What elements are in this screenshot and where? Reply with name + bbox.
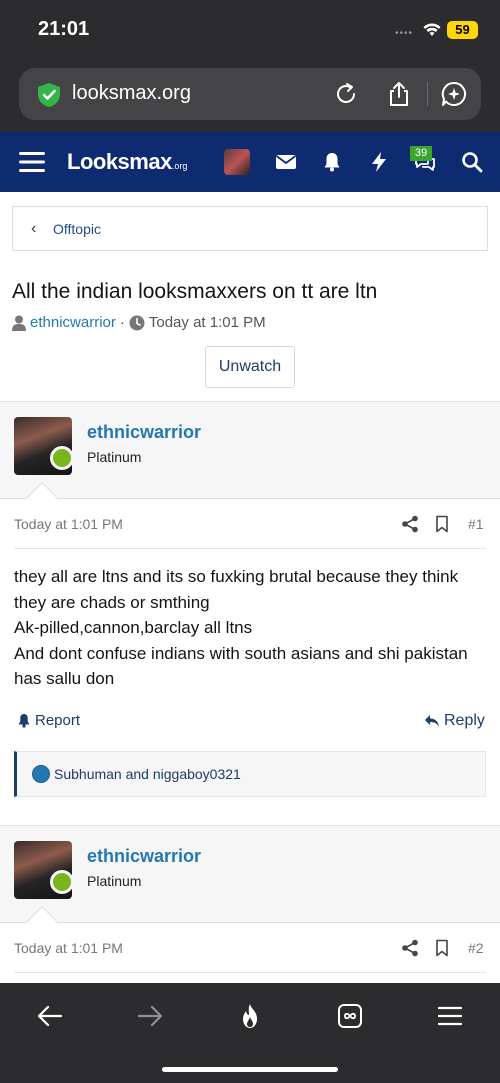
thread-title: All the indian looksmaxxers on tt are lt… — [12, 280, 378, 303]
secure-shield-icon — [38, 83, 60, 107]
thread-author-link[interactable]: ethnicwarrior — [30, 314, 116, 331]
divider — [427, 82, 428, 106]
post-number-link[interactable]: #2 — [468, 940, 484, 956]
post-line: they all are ltns and its so fuxking bru… — [14, 567, 459, 612]
unwatch-button[interactable]: Unwatch — [205, 346, 295, 388]
envelope-icon[interactable] — [274, 150, 298, 174]
logo-suffix: .org — [171, 161, 188, 171]
user-icon — [12, 315, 26, 331]
post-body: they all are ltns and its so fuxking bru… — [14, 564, 484, 692]
post-author-rank: Platinum — [87, 449, 142, 465]
online-status-dot — [50, 446, 74, 470]
back-arrow-icon[interactable] — [36, 1002, 64, 1030]
logo-text: Looksmax — [67, 149, 172, 174]
site-logo[interactable]: Looksmax.org — [67, 149, 187, 175]
forward-arrow-icon[interactable] — [136, 1002, 164, 1030]
cellular-signal-icon: •••• — [395, 28, 414, 39]
post-number-link[interactable]: #1 — [468, 516, 484, 532]
post-user-header: ethnicwarrior Platinum — [0, 401, 500, 499]
post-author-rank: Platinum — [87, 873, 142, 889]
tabs-icon[interactable] — [336, 1002, 364, 1030]
status-time: 21:01 — [38, 18, 90, 40]
online-status-dot — [50, 870, 74, 894]
report-label: Report — [35, 712, 81, 729]
browser-toolbar — [0, 983, 500, 1083]
share-post-icon[interactable] — [401, 939, 419, 957]
bell-icon[interactable] — [320, 150, 344, 174]
lightning-icon[interactable] — [367, 150, 391, 174]
reply-label: Reply — [444, 712, 485, 729]
flame-icon[interactable] — [236, 1002, 264, 1030]
reactions-list[interactable]: Subhuman and niggaboy0321 — [54, 766, 241, 782]
reload-icon[interactable] — [332, 80, 360, 108]
share-icon[interactable] — [385, 80, 413, 108]
hamburger-menu-icon[interactable] — [19, 151, 45, 173]
reply-arrow-icon — [425, 715, 439, 727]
post-time[interactable]: Today at 1:01 PM — [14, 940, 123, 956]
conversations-badge: 39 — [410, 146, 432, 161]
assistant-chat-icon[interactable] — [440, 80, 468, 108]
menu-icon[interactable] — [436, 1002, 464, 1030]
clock-icon — [129, 315, 145, 330]
bell-icon — [18, 714, 30, 728]
reactions-bar[interactable]: Subhuman and niggaboy0321 — [14, 751, 486, 797]
share-post-icon[interactable] — [401, 515, 419, 533]
site-navigation: Looksmax.org — [0, 132, 500, 192]
browser-chrome: looksmax.org — [0, 60, 500, 132]
thread-meta: ethnicwarrior · Today at 1:01 PM — [12, 314, 266, 331]
report-link[interactable]: Report — [17, 712, 80, 729]
thread-time[interactable]: Today at 1:01 PM — [149, 314, 266, 331]
chevron-left-icon: ‹ — [31, 220, 37, 237]
divider — [14, 548, 486, 549]
post-author-name[interactable]: ethnicwarrior — [87, 846, 201, 867]
meta-separator: · — [119, 314, 125, 331]
post-line: And dont confuse indians with south asia… — [14, 643, 468, 689]
url-text: looksmax.org — [72, 82, 191, 104]
address-bar[interactable]: looksmax.org — [19, 68, 481, 120]
bookmark-icon[interactable] — [434, 515, 450, 533]
post-author-name[interactable]: ethnicwarrior — [87, 422, 201, 443]
status-bar: 21:01 •••• 59 — [0, 0, 500, 60]
battery-indicator: 59 — [447, 21, 478, 39]
post-line: Ak-pilled,cannon,barclay all ltns — [14, 618, 253, 637]
wifi-icon — [423, 23, 441, 36]
bookmark-icon[interactable] — [434, 939, 450, 957]
reply-button[interactable]: Reply — [424, 712, 485, 730]
divider — [14, 972, 486, 973]
breadcrumb[interactable]: ‹ Offtopic — [12, 206, 488, 251]
home-indicator — [162, 1067, 338, 1072]
breadcrumb-label: Offtopic — [53, 221, 101, 237]
account-avatar[interactable] — [224, 149, 250, 175]
like-reaction-icon — [32, 765, 50, 783]
post-time[interactable]: Today at 1:01 PM — [14, 516, 123, 532]
search-icon[interactable] — [460, 150, 484, 174]
post-user-header: ethnicwarrior Platinum — [0, 825, 500, 923]
